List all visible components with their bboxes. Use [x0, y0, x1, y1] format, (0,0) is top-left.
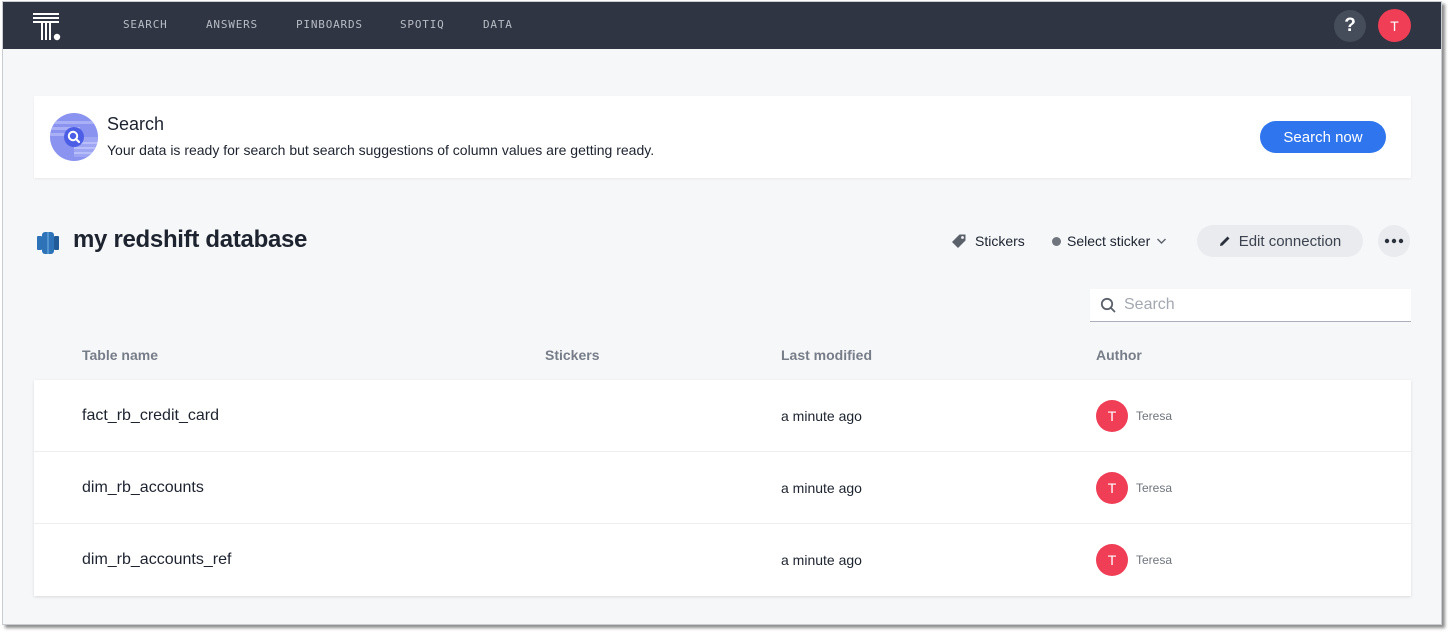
- column-header-stickers[interactable]: Stickers: [545, 347, 599, 363]
- page-title: my redshift database: [73, 226, 308, 253]
- table-name[interactable]: dim_rb_accounts: [82, 479, 204, 497]
- select-sticker-dropdown[interactable]: Select sticker: [1052, 230, 1167, 252]
- author-name: Teresa: [1136, 553, 1173, 567]
- nav-search[interactable]: SEARCH: [123, 18, 168, 31]
- author: T Teresa: [1096, 400, 1172, 432]
- help-button[interactable]: ?: [1334, 10, 1366, 42]
- author-avatar: T: [1096, 472, 1128, 504]
- author: T Teresa: [1096, 544, 1172, 576]
- search-ready-banner: Search Your data is ready for search but…: [34, 96, 1411, 178]
- nav-pinboards[interactable]: PINBOARDS: [296, 18, 363, 31]
- banner-message: Your data is ready for search but search…: [107, 142, 655, 158]
- last-modified: a minute ago: [781, 480, 862, 496]
- author-name: Teresa: [1136, 481, 1173, 495]
- user-profile-button[interactable]: T: [1378, 9, 1411, 42]
- table-name[interactable]: fact_rb_credit_card: [82, 407, 219, 425]
- banner-title: Search: [107, 114, 165, 134]
- stickers-label: Stickers: [975, 233, 1025, 249]
- chevron-down-icon: [1157, 238, 1167, 244]
- author-name: Teresa: [1136, 409, 1173, 423]
- table-search-field[interactable]: [1090, 289, 1411, 322]
- more-horizontal-icon: [1384, 238, 1404, 244]
- thoughtspot-logo-icon[interactable]: [31, 12, 63, 42]
- last-modified: a minute ago: [781, 408, 862, 424]
- edit-connection-label: Edit connection: [1238, 232, 1342, 250]
- top-nav-bar: SEARCH ANSWERS PINBOARDS SPOTIQ DATA ? T: [3, 2, 1441, 49]
- app-window: SEARCH ANSWERS PINBOARDS SPOTIQ DATA ? T: [2, 1, 1442, 625]
- user-initial: T: [1390, 17, 1399, 34]
- author-avatar: T: [1096, 400, 1128, 432]
- sticker-dot-icon: [1052, 236, 1061, 246]
- help-icon: ?: [1344, 15, 1356, 36]
- more-options-button[interactable]: [1378, 225, 1410, 257]
- tag-icon: [952, 234, 966, 248]
- column-header-author[interactable]: Author: [1096, 347, 1142, 363]
- search-icon: [1100, 297, 1116, 313]
- tables-list: fact_rb_credit_card a minute ago T Teres…: [34, 380, 1411, 596]
- nav-answers[interactable]: ANSWERS: [206, 18, 258, 31]
- column-header-last-modified[interactable]: Last modified: [781, 347, 872, 363]
- search-now-button[interactable]: Search now: [1260, 121, 1386, 153]
- stickers-button[interactable]: Stickers: [951, 230, 1025, 252]
- nav-data[interactable]: DATA: [483, 18, 513, 31]
- edit-connection-button[interactable]: Edit connection: [1197, 225, 1363, 257]
- author: T Teresa: [1096, 472, 1172, 504]
- table-row[interactable]: fact_rb_credit_card a minute ago T Teres…: [34, 380, 1411, 452]
- select-sticker-label: Select sticker: [1067, 233, 1151, 249]
- table-row[interactable]: dim_rb_accounts_ref a minute ago T Teres…: [34, 524, 1411, 596]
- table-row[interactable]: dim_rb_accounts a minute ago T Teresa: [34, 452, 1411, 524]
- column-header-table-name[interactable]: Table name: [82, 347, 158, 363]
- table-name[interactable]: dim_rb_accounts_ref: [82, 551, 231, 569]
- search-illustration-icon: [50, 113, 98, 161]
- table-search-input[interactable]: [1124, 296, 1394, 314]
- author-avatar: T: [1096, 544, 1128, 576]
- nav-spotiq[interactable]: SPOTIQ: [400, 18, 445, 31]
- pencil-icon: [1219, 236, 1230, 246]
- last-modified: a minute ago: [781, 552, 862, 568]
- redshift-database-icon: [36, 231, 60, 255]
